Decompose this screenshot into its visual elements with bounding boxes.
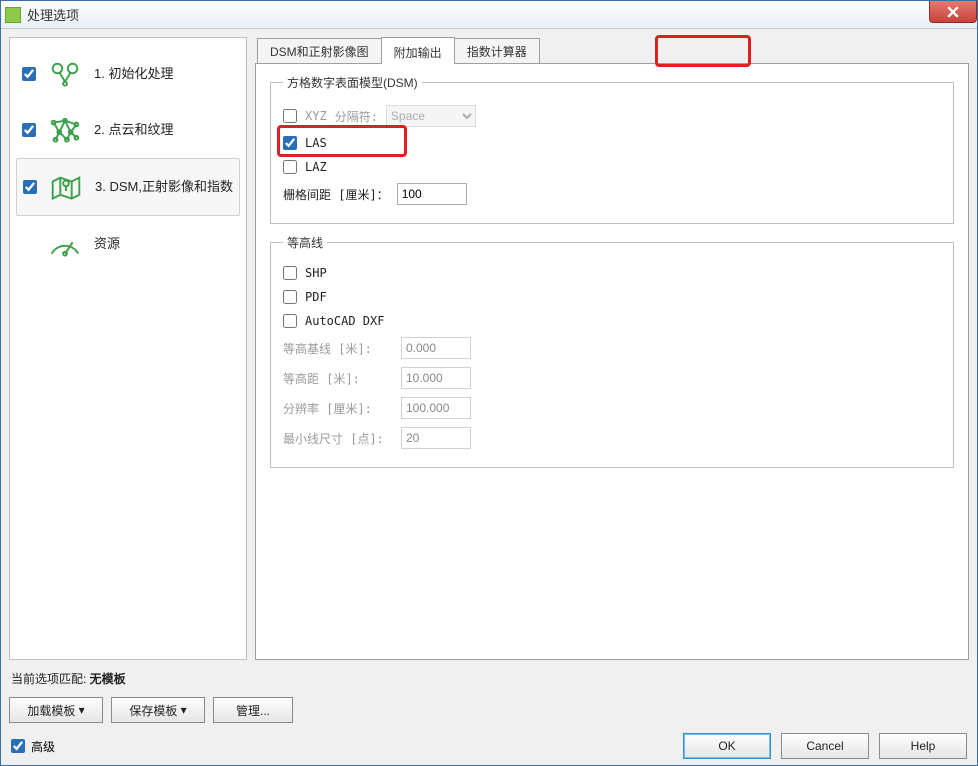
tab-bar: DSM和正射影像图 附加输出 指数计算器 bbox=[255, 37, 969, 63]
save-template-button[interactable]: 保存模板 ▾ bbox=[111, 697, 205, 723]
xyz-row: XYZ 分隔符: Space bbox=[283, 101, 941, 131]
tab-highlight bbox=[655, 35, 751, 67]
load-template-button[interactable]: 加载模板 ▾ bbox=[9, 697, 103, 723]
shp-row: SHP bbox=[283, 261, 941, 285]
map-pin-icon bbox=[47, 171, 85, 203]
contour-group: 等高线 SHP PDF AutoCAD DXF bbox=[270, 234, 954, 468]
pdf-checkbox[interactable] bbox=[283, 290, 297, 304]
close-button[interactable] bbox=[929, 1, 977, 23]
close-icon bbox=[947, 6, 959, 18]
res-label: 分辨率 [厘米]: bbox=[283, 400, 393, 417]
sidebar-item-pointcloud[interactable]: 2. 点云和纹理 bbox=[16, 102, 240, 158]
las-checkbox[interactable] bbox=[283, 136, 297, 150]
res-input[interactable] bbox=[401, 397, 471, 419]
dxf-label: AutoCAD DXF bbox=[305, 314, 384, 328]
camera-icon bbox=[46, 58, 84, 90]
laz-checkbox[interactable] bbox=[283, 160, 297, 174]
contour-legend: 等高线 bbox=[283, 234, 327, 251]
pdf-row: PDF bbox=[283, 285, 941, 309]
gauge-icon bbox=[46, 228, 84, 260]
xyz-checkbox[interactable] bbox=[283, 109, 297, 123]
min-input[interactable] bbox=[401, 427, 471, 449]
laz-row: LAZ bbox=[283, 155, 941, 179]
sidebar: 1. 初始化处理 2. 点云和纹理 3. DSM,正射影像和指数 bbox=[9, 37, 247, 660]
match-value: 无模板 bbox=[90, 672, 126, 686]
dxf-checkbox[interactable] bbox=[283, 314, 297, 328]
window-title: 处理选项 bbox=[27, 5, 79, 24]
shp-label: SHP bbox=[305, 266, 327, 280]
pdf-label: PDF bbox=[305, 290, 327, 304]
base-row: 等高基线 [米]: bbox=[283, 333, 941, 363]
match-prefix: 当前选项匹配: bbox=[11, 672, 90, 686]
base-label: 等高基线 [米]: bbox=[283, 340, 393, 357]
titlebar: 处理选项 bbox=[1, 1, 977, 29]
footer-buttons: OK Cancel Help bbox=[683, 733, 967, 759]
xyz-label: XYZ bbox=[305, 109, 327, 123]
bottom-area: 当前选项匹配: 无模板 加载模板 ▾ 保存模板 ▾ 管理... 高级 OK Ca… bbox=[9, 660, 969, 759]
sidebar-item-dsm-checkbox[interactable] bbox=[23, 180, 37, 194]
help-button[interactable]: Help bbox=[879, 733, 967, 759]
laz-label: LAZ bbox=[305, 160, 327, 174]
min-label: 最小线尺寸 [点]: bbox=[283, 430, 393, 447]
sidebar-item-resource[interactable]: 资源 bbox=[16, 216, 240, 272]
tab-dsm-ortho[interactable]: DSM和正射影像图 bbox=[257, 38, 382, 63]
manage-button[interactable]: 管理... bbox=[213, 697, 293, 723]
upper-area: 1. 初始化处理 2. 点云和纹理 3. DSM,正射影像和指数 bbox=[9, 37, 969, 660]
min-row: 最小线尺寸 [点]: bbox=[283, 423, 941, 453]
las-label: LAS bbox=[305, 136, 327, 150]
sidebar-item-pointcloud-checkbox[interactable] bbox=[22, 123, 36, 137]
xyz-sep-select[interactable]: Space bbox=[386, 105, 476, 127]
grid-row: 栅格间距 [厘米]： bbox=[283, 179, 941, 209]
base-input[interactable] bbox=[401, 337, 471, 359]
tab-additional-output[interactable]: 附加输出 bbox=[381, 37, 455, 64]
dxf-row: AutoCAD DXF bbox=[283, 309, 941, 333]
dsm-group: 方格数字表面模型(DSM) XYZ 分隔符: Space LAS bbox=[270, 74, 954, 224]
dsm-legend: 方格数字表面模型(DSM) bbox=[283, 74, 422, 91]
interval-label: 等高距 [米]: bbox=[283, 370, 393, 387]
grid-label: 栅格间距 [厘米]： bbox=[283, 186, 389, 203]
content-area: 1. 初始化处理 2. 点云和纹理 3. DSM,正射影像和指数 bbox=[1, 29, 977, 765]
grid-input[interactable] bbox=[397, 183, 467, 205]
sidebar-item-label: 资源 bbox=[94, 236, 234, 253]
advanced-label: 高级 bbox=[31, 738, 55, 755]
main-panel: DSM和正射影像图 附加输出 指数计算器 方格数字表面模型(DSM) XYZ 分… bbox=[255, 37, 969, 660]
interval-input[interactable] bbox=[401, 367, 471, 389]
las-row: LAS bbox=[283, 131, 941, 155]
interval-row: 等高距 [米]: bbox=[283, 363, 941, 393]
sidebar-item-label: 1. 初始化处理 bbox=[94, 66, 234, 83]
sidebar-item-dsm[interactable]: 3. DSM,正射影像和指数 bbox=[16, 158, 240, 216]
shp-checkbox[interactable] bbox=[283, 266, 297, 280]
sidebar-item-label: 2. 点云和纹理 bbox=[94, 122, 234, 139]
sidebar-item-initial[interactable]: 1. 初始化处理 bbox=[16, 46, 240, 102]
advanced-checkbox[interactable] bbox=[11, 739, 25, 753]
advanced-row: 高级 OK Cancel Help bbox=[9, 731, 969, 759]
pointcloud-icon bbox=[46, 114, 84, 146]
app-icon bbox=[5, 7, 21, 23]
xyz-sep-label: 分隔符: bbox=[335, 108, 378, 125]
cancel-button[interactable]: Cancel bbox=[781, 733, 869, 759]
template-buttons: 加载模板 ▾ 保存模板 ▾ 管理... bbox=[9, 695, 969, 731]
tab-index-calc[interactable]: 指数计算器 bbox=[454, 38, 540, 63]
sidebar-item-label: 3. DSM,正射影像和指数 bbox=[95, 179, 233, 196]
sidebar-item-initial-checkbox[interactable] bbox=[22, 67, 36, 81]
res-row: 分辨率 [厘米]: bbox=[283, 393, 941, 423]
dialog-window: 处理选项 1. 初始化处理 2. 点 bbox=[0, 0, 978, 766]
template-match-text: 当前选项匹配: 无模板 bbox=[9, 666, 969, 695]
tab-panel: 方格数字表面模型(DSM) XYZ 分隔符: Space LAS bbox=[255, 63, 969, 660]
ok-button[interactable]: OK bbox=[683, 733, 771, 759]
